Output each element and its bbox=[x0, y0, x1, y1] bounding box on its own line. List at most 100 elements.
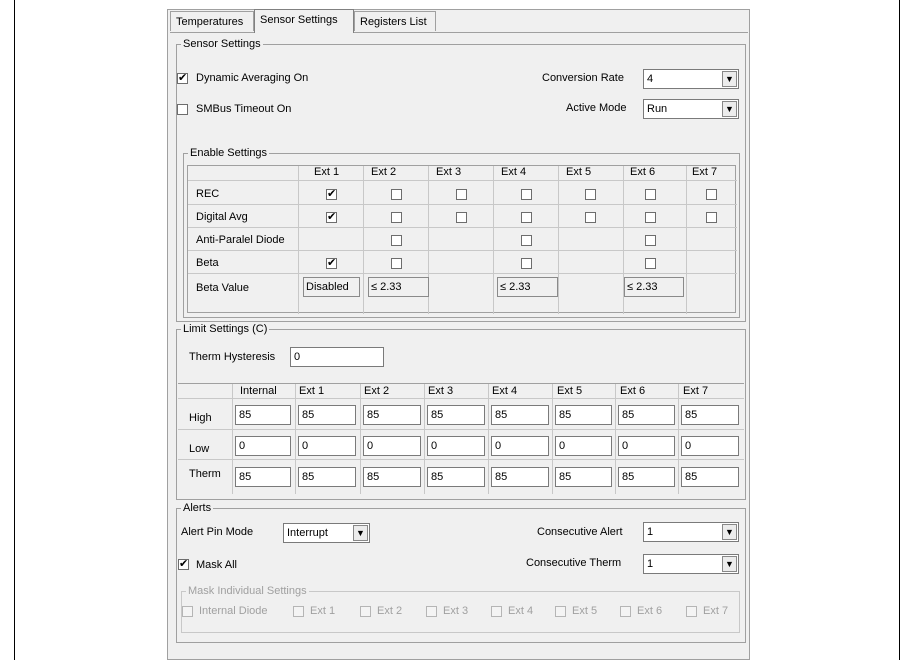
enable-col-ext3: Ext 3 bbox=[436, 166, 462, 178]
mask-ext1-checkbox[interactable] bbox=[293, 606, 304, 617]
tab-temperatures[interactable]: Temperatures bbox=[170, 11, 254, 31]
beta-ext6-checkbox[interactable] bbox=[645, 258, 656, 269]
high-internal-input[interactable]: 85 bbox=[235, 405, 291, 425]
consecutive-therm-select[interactable]: 1 ▼ bbox=[643, 554, 739, 574]
limit-col-ext3: Ext 3 bbox=[428, 385, 454, 397]
chevron-down-icon[interactable]: ▼ bbox=[722, 524, 737, 540]
limit-row-low: Low bbox=[189, 443, 210, 455]
mask-all-checkbox[interactable] bbox=[178, 557, 189, 571]
mask-internal-diode-checkbox[interactable] bbox=[182, 606, 193, 617]
rec-ext1-checkbox[interactable] bbox=[326, 187, 337, 201]
tab-registers-list[interactable]: Registers List bbox=[354, 11, 436, 31]
high-ext4-input[interactable]: 85 bbox=[491, 405, 549, 425]
low-ext5-input[interactable]: 0 bbox=[555, 436, 612, 456]
therm-ext7-input[interactable]: 85 bbox=[681, 467, 739, 487]
enable-row-anti-paralel-diode: Anti-Paralel Diode bbox=[196, 234, 285, 246]
enable-col-ext5: Ext 5 bbox=[566, 166, 592, 178]
rec-ext7-checkbox[interactable] bbox=[706, 189, 717, 200]
therm-internal-input[interactable]: 85 bbox=[235, 467, 291, 487]
high-ext5-input[interactable]: 85 bbox=[555, 405, 612, 425]
low-ext4-input[interactable]: 0 bbox=[491, 436, 549, 456]
rec-ext6-checkbox[interactable] bbox=[645, 189, 656, 200]
tab-sensor-settings[interactable]: Sensor Settings bbox=[254, 9, 354, 33]
chevron-down-icon[interactable]: ▼ bbox=[722, 556, 737, 572]
beta-ext4-checkbox[interactable] bbox=[521, 258, 532, 269]
mask-ext4-label: Ext 4 bbox=[508, 605, 534, 617]
low-ext3-input[interactable]: 0 bbox=[427, 436, 485, 456]
mask-ext7-checkbox[interactable] bbox=[686, 606, 697, 617]
smbus-timeout-checkbox[interactable] bbox=[177, 104, 188, 115]
alert-pin-mode-label: Alert Pin Mode bbox=[181, 526, 254, 538]
low-ext6-input[interactable]: 0 bbox=[618, 436, 675, 456]
anti-paralel-ext4-checkbox[interactable] bbox=[521, 235, 532, 246]
therm-ext5-input[interactable]: 85 bbox=[555, 467, 612, 487]
therm-ext3-input[interactable]: 85 bbox=[427, 467, 485, 487]
limit-col-ext1: Ext 1 bbox=[299, 385, 325, 397]
consecutive-therm-value: 1 bbox=[647, 558, 654, 570]
alerts-legend: Alerts bbox=[183, 502, 212, 514]
digital-avg-ext1-checkbox[interactable] bbox=[326, 210, 337, 224]
dynamic-averaging-label: Dynamic Averaging On bbox=[196, 72, 309, 84]
low-ext2-input[interactable]: 0 bbox=[363, 436, 421, 456]
mask-ext4-checkbox[interactable] bbox=[491, 606, 502, 617]
therm-ext1-input[interactable]: 85 bbox=[298, 467, 356, 487]
mask-ext6-checkbox[interactable] bbox=[620, 606, 631, 617]
beta-ext2-checkbox[interactable] bbox=[391, 258, 402, 269]
consecutive-alert-value: 1 bbox=[647, 526, 654, 538]
rec-ext5-checkbox[interactable] bbox=[585, 189, 596, 200]
dynamic-averaging-checkbox[interactable] bbox=[177, 71, 188, 85]
digital-avg-ext3-checkbox[interactable] bbox=[456, 212, 467, 223]
high-ext2-input[interactable]: 85 bbox=[363, 405, 421, 425]
digital-avg-ext4-checkbox[interactable] bbox=[521, 212, 532, 223]
mask-ext2-checkbox[interactable] bbox=[360, 606, 371, 617]
rec-ext2-checkbox[interactable] bbox=[391, 189, 402, 200]
consecutive-alert-select[interactable]: 1 ▼ bbox=[643, 522, 739, 542]
digital-avg-ext5-checkbox[interactable] bbox=[585, 212, 596, 223]
enable-row-rec: REC bbox=[196, 188, 220, 200]
mask-ext3-checkbox[interactable] bbox=[426, 606, 437, 617]
chevron-down-icon[interactable]: ▼ bbox=[722, 101, 737, 117]
low-ext7-input[interactable]: 0 bbox=[681, 436, 739, 456]
limit-col-ext2: Ext 2 bbox=[364, 385, 390, 397]
therm-ext6-input[interactable]: 85 bbox=[618, 467, 675, 487]
digital-avg-ext6-checkbox[interactable] bbox=[645, 212, 656, 223]
mask-ext5-checkbox[interactable] bbox=[555, 606, 566, 617]
enable-settings-legend: Enable Settings bbox=[190, 147, 268, 159]
mask-individual-legend: Mask Individual Settings bbox=[188, 585, 307, 597]
high-ext3-input[interactable]: 85 bbox=[427, 405, 485, 425]
digital-avg-ext2-checkbox[interactable] bbox=[391, 212, 402, 223]
beta-ext1-checkbox[interactable] bbox=[326, 256, 337, 270]
high-ext6-input[interactable]: 85 bbox=[618, 405, 675, 425]
therm-ext2-input[interactable]: 85 bbox=[363, 467, 421, 487]
therm-ext4-input[interactable]: 85 bbox=[491, 467, 549, 487]
mask-ext1-label: Ext 1 bbox=[310, 605, 336, 617]
anti-paralel-ext2-checkbox[interactable] bbox=[391, 235, 402, 246]
mask-all-label: Mask All bbox=[196, 559, 237, 571]
alert-pin-mode-value: Interrupt bbox=[287, 527, 328, 539]
therm-hysteresis-label: Therm Hysteresis bbox=[189, 351, 276, 363]
high-ext7-input[interactable]: 85 bbox=[681, 405, 739, 425]
rec-ext4-checkbox[interactable] bbox=[521, 189, 532, 200]
limit-row-therm: Therm bbox=[189, 468, 221, 480]
beta-value-ext1: Disabled bbox=[303, 277, 360, 297]
alert-pin-mode-select[interactable]: Interrupt ▼ bbox=[283, 523, 370, 543]
limit-col-internal: Internal bbox=[240, 385, 277, 397]
limit-col-ext5: Ext 5 bbox=[557, 385, 583, 397]
active-mode-label: Active Mode bbox=[566, 102, 627, 114]
beta-value-ext2: ≤ 2.33 bbox=[368, 277, 429, 297]
consecutive-therm-label: Consecutive Therm bbox=[526, 557, 622, 569]
enable-col-ext6: Ext 6 bbox=[630, 166, 656, 178]
active-mode-select[interactable]: Run ▼ bbox=[643, 99, 739, 119]
low-internal-input[interactable]: 0 bbox=[235, 436, 291, 456]
digital-avg-ext7-checkbox[interactable] bbox=[706, 212, 717, 223]
chevron-down-icon[interactable]: ▼ bbox=[722, 71, 737, 87]
rec-ext3-checkbox[interactable] bbox=[456, 189, 467, 200]
anti-paralel-ext6-checkbox[interactable] bbox=[645, 235, 656, 246]
conversion-rate-select[interactable]: 4 ▼ bbox=[643, 69, 739, 89]
therm-hysteresis-input[interactable]: 0 bbox=[290, 347, 384, 367]
limit-row-high: High bbox=[189, 412, 212, 424]
enable-col-ext2: Ext 2 bbox=[371, 166, 397, 178]
low-ext1-input[interactable]: 0 bbox=[298, 436, 356, 456]
high-ext1-input[interactable]: 85 bbox=[298, 405, 356, 425]
chevron-down-icon[interactable]: ▼ bbox=[353, 525, 368, 541]
